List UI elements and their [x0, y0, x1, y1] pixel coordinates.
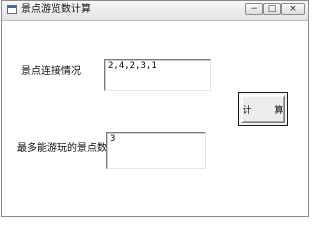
close-button[interactable]: × — [281, 3, 305, 15]
form-client-area: 景点连接情况 2,4,2,3,1 计 算 最多能游玩的景点数 3 — [2, 21, 308, 216]
app-window: 景点游览数计算 − □ × 景点连接情况 2,4,2,3,1 计 算 最多能游玩… — [1, 0, 309, 217]
minimize-button[interactable]: − — [245, 3, 263, 15]
compute-button[interactable]: 计 算 — [241, 95, 285, 123]
maximize-button[interactable]: □ — [263, 3, 281, 15]
window-title: 景点游览数计算 — [21, 4, 91, 15]
compute-button-frame: 计 算 — [238, 92, 288, 126]
max-spots-output[interactable]: 3 — [106, 132, 206, 169]
max-spots-label: 最多能游玩的景点数 — [17, 143, 107, 154]
connection-input[interactable]: 2,4,2,3,1 — [104, 59, 211, 91]
connection-label: 景点连接情况 — [21, 66, 81, 77]
title-bar[interactable]: 景点游览数计算 − □ × — [2, 1, 308, 21]
app-window-icon — [7, 5, 17, 14]
